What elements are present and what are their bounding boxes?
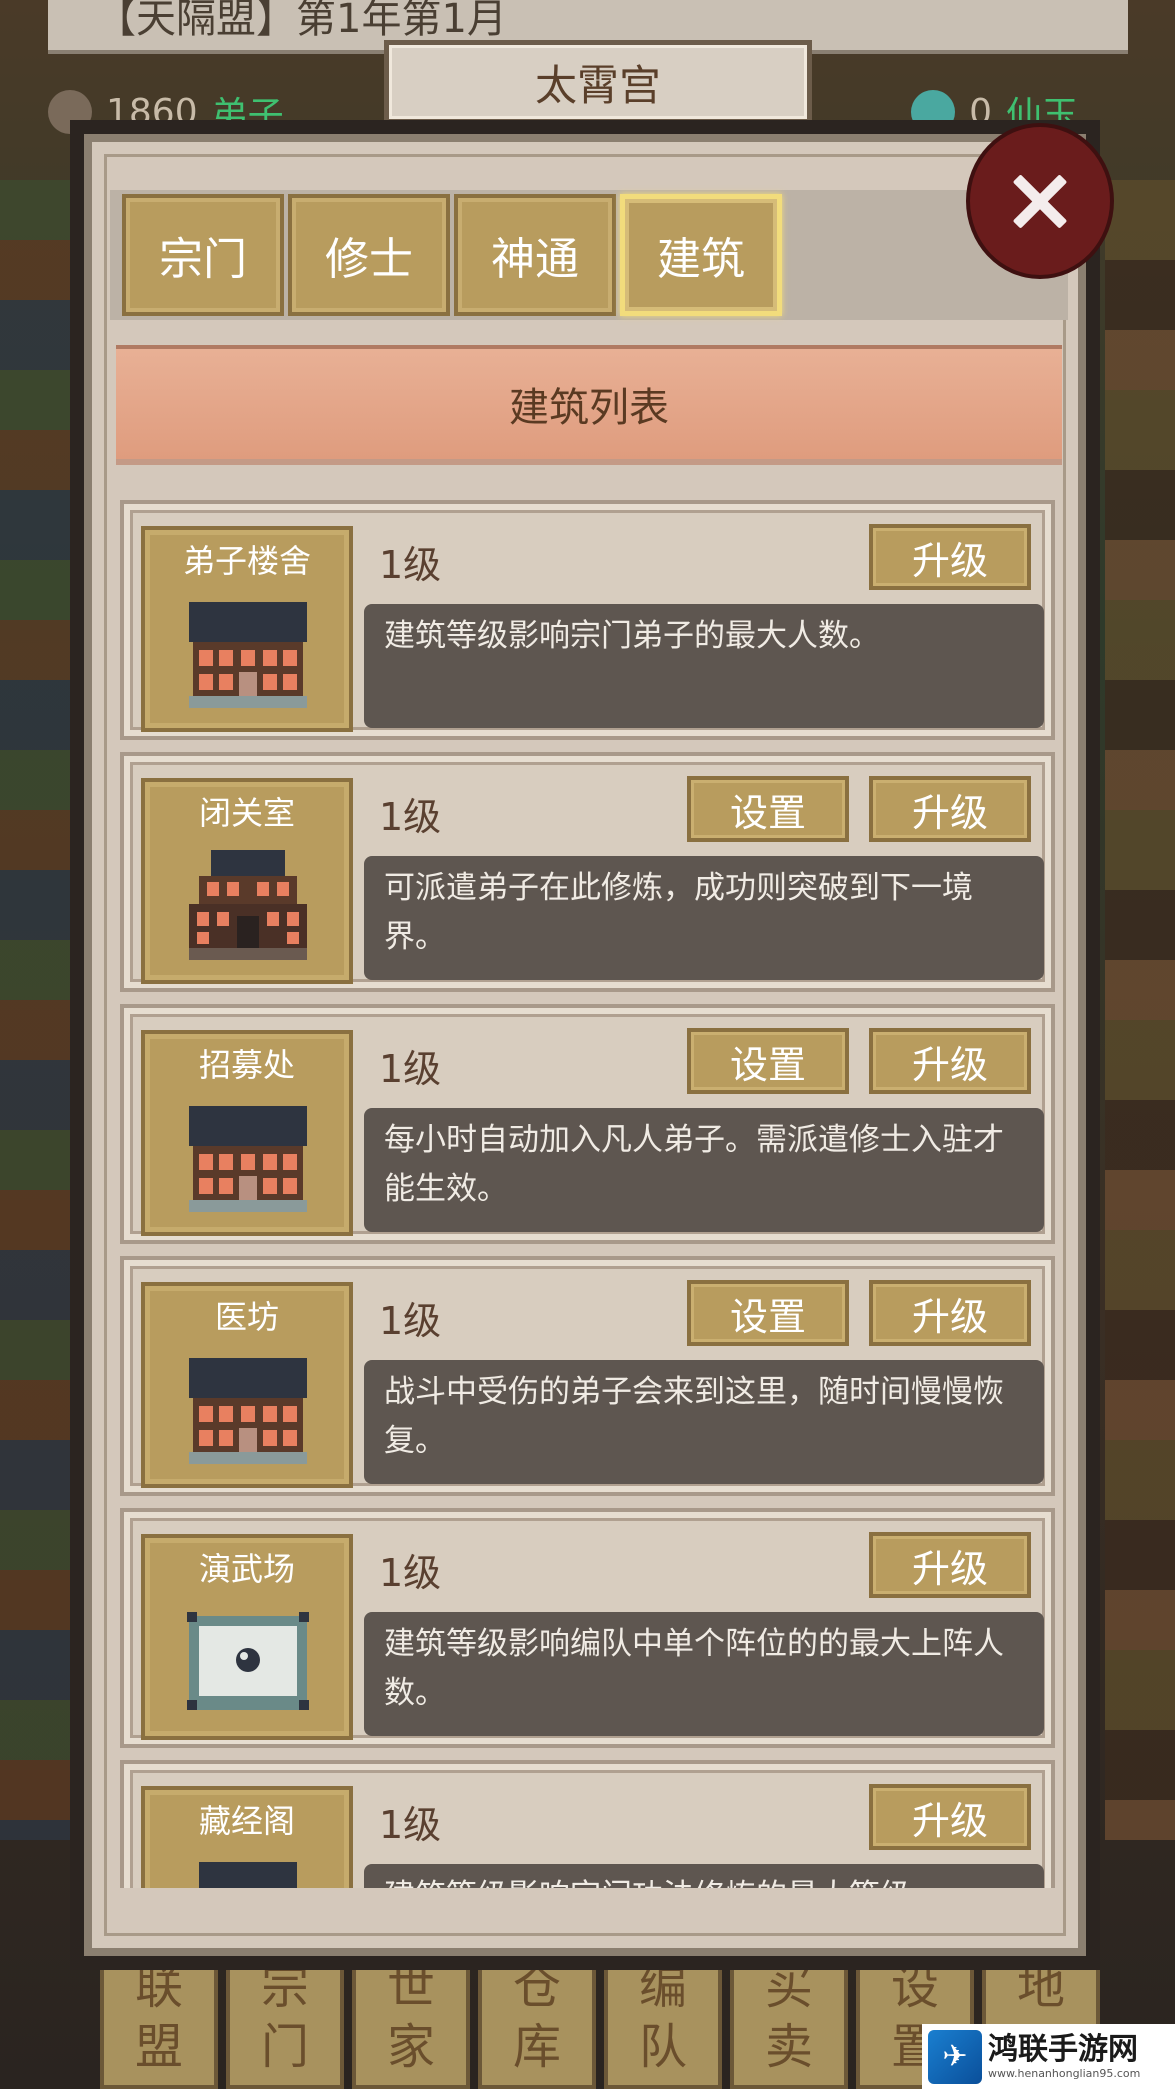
building-portrait: 演武场 xyxy=(141,1534,353,1740)
building-description: 每小时自动加入凡人弟子。需派遣修士入驻才能生效。 xyxy=(364,1108,1044,1232)
building-portrait: 招募处 xyxy=(141,1030,353,1236)
building-list[interactable]: 弟子楼舍 1级 升级 建筑等级影响宗门弟子的最大人数。 闭关室 1级 设置 升级… xyxy=(120,500,1055,1888)
watermark-logo-icon: ✈ xyxy=(928,2029,982,2084)
list-header-title: 建筑列表 xyxy=(509,385,669,431)
tab-label: 神通 xyxy=(491,234,579,285)
building-name: 藏经阁 xyxy=(198,1802,295,1840)
upgrade-button[interactable]: 升级 xyxy=(869,1280,1031,1346)
date-text: 【天隔盟】第1年第1月 xyxy=(96,0,507,42)
building-name: 弟子楼舍 xyxy=(182,542,311,580)
nav-team[interactable]: 编队 xyxy=(604,1959,722,2089)
settings-button[interactable]: 设置 xyxy=(687,1028,849,1094)
building-card: 演武场 1级 升级 建筑等级影响编队中单个阵位的的最大上阵人数。 xyxy=(120,1508,1055,1748)
nav-warehouse[interactable]: 仓库 xyxy=(478,1959,596,2089)
nav-char: 库 xyxy=(512,2019,561,2075)
infirmary-icon xyxy=(189,1358,307,1464)
training-ground-icon xyxy=(187,1612,309,1710)
watermark-title: 鸿联手游网 xyxy=(988,2031,1138,2067)
upgrade-button[interactable]: 升级 xyxy=(869,776,1031,842)
sect-title-plaque: 太霄宫 xyxy=(384,40,812,124)
tab-label: 修士 xyxy=(325,234,413,285)
building-portrait: 闭关室 xyxy=(141,778,353,984)
dormitory-building-icon xyxy=(189,602,307,708)
nav-char: 卖 xyxy=(764,2019,813,2075)
building-card: 弟子楼舍 1级 升级 建筑等级影响宗门弟子的最大人数。 xyxy=(120,500,1055,740)
building-name: 招募处 xyxy=(198,1046,295,1084)
watermark-url: www.henanhonglian95.com xyxy=(988,2066,1141,2080)
building-portrait: 医坊 xyxy=(141,1282,353,1488)
upgrade-button[interactable]: 升级 xyxy=(869,524,1031,590)
building-card: 医坊 1级 设置 升级 战斗中受伤的弟子会来到这里，随时间慢慢恢复。 xyxy=(120,1256,1055,1496)
nav-alliance[interactable]: 联盟 xyxy=(100,1959,218,2089)
tab-abilities[interactable]: 神通 xyxy=(454,194,616,316)
upgrade-button[interactable]: 升级 xyxy=(869,1532,1031,1598)
tab-buildings[interactable]: 建筑 xyxy=(620,194,782,316)
building-description: 可派遣弟子在此修炼，成功则突破到下一境界。 xyxy=(364,856,1044,980)
tab-sect[interactable]: 宗门 xyxy=(122,194,284,316)
building-portrait: 藏经阁 xyxy=(141,1786,353,1888)
background-left-strip xyxy=(0,180,70,1840)
nav-sect[interactable]: 宗门 xyxy=(226,1959,344,2089)
tab-bar: 宗门 修士 神通 建筑 xyxy=(110,190,1068,320)
sect-title: 太霄宫 xyxy=(534,60,661,110)
building-list-header: 建筑列表 xyxy=(116,345,1062,465)
nav-char: 队 xyxy=(638,2019,687,2075)
recruitment-office-icon xyxy=(189,1106,307,1212)
building-portrait: 弟子楼舍 xyxy=(141,526,353,732)
nav-trade[interactable]: 买卖 xyxy=(730,1959,848,2089)
building-level: 1级 xyxy=(379,1803,442,1847)
tab-cultivators[interactable]: 修士 xyxy=(288,194,450,316)
nav-char: 门 xyxy=(260,2019,309,2075)
building-card: 闭关室 1级 设置 升级 可派遣弟子在此修炼，成功则突破到下一境界。 xyxy=(120,752,1055,992)
nav-char: 盟 xyxy=(134,2019,183,2075)
building-level: 1级 xyxy=(379,543,442,587)
tab-label: 建筑 xyxy=(657,234,745,285)
settings-button[interactable]: 设置 xyxy=(687,776,849,842)
building-description: 建筑等级影响宗门弟子的最大人数。 xyxy=(364,604,1044,728)
upgrade-button[interactable]: 升级 xyxy=(869,1028,1031,1094)
tab-label: 宗门 xyxy=(159,234,247,285)
building-level: 1级 xyxy=(379,1551,442,1595)
building-description: 建筑等级影响编队中单个阵位的的最大上阵人数。 xyxy=(364,1612,1044,1736)
settings-button[interactable]: 设置 xyxy=(687,1280,849,1346)
upgrade-button[interactable]: 升级 xyxy=(869,1784,1031,1850)
building-level: 1级 xyxy=(379,795,442,839)
building-card: 藏经阁 1级 升级 建筑等级影响宗门功法修炼的最大等级。 xyxy=(120,1760,1055,1888)
building-name: 医坊 xyxy=(214,1298,279,1336)
seclusion-room-icon xyxy=(189,850,307,960)
close-button[interactable] xyxy=(966,123,1114,279)
nav-char: 家 xyxy=(386,2019,435,2075)
building-name: 闭关室 xyxy=(198,794,295,832)
building-card: 招募处 1级 设置 升级 每小时自动加入凡人弟子。需派遣修士入驻才能生效。 xyxy=(120,1004,1055,1244)
building-description: 建筑等级影响宗门功法修炼的最大等级。 xyxy=(364,1864,1044,1888)
background-right-strip xyxy=(1105,180,1175,1840)
building-description: 战斗中受伤的弟子会来到这里，随时间慢慢恢复。 xyxy=(364,1360,1044,1484)
site-watermark: ✈ 鸿联手游网 www.henanhonglian95.com xyxy=(922,2024,1175,2089)
scripture-pavilion-icon xyxy=(199,1862,297,1888)
nav-family[interactable]: 世家 xyxy=(352,1959,470,2089)
building-name: 演武场 xyxy=(198,1550,295,1588)
building-level: 1级 xyxy=(379,1299,442,1343)
building-level: 1级 xyxy=(379,1047,442,1091)
